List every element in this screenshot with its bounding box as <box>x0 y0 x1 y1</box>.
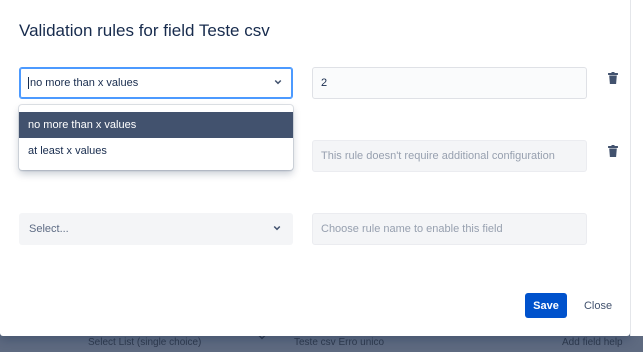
background-help-link: Add field help <box>562 337 623 348</box>
rule-config-input-3-placeholder: Choose rule name to enable this field <box>321 223 503 235</box>
rule-config-input-2: This rule doesn't require additional con… <box>312 140 587 172</box>
validation-rules-modal: Validation rules for field Teste csv no … <box>0 0 630 336</box>
trash-icon[interactable] <box>608 72 618 84</box>
close-button[interactable]: Close <box>578 293 618 318</box>
chevron-down-icon <box>273 225 281 231</box>
rule-config-input-1[interactable]: 2 <box>312 67 587 99</box>
save-button[interactable]: Save <box>525 293 567 318</box>
rule-select-3-placeholder: Select... <box>29 223 69 235</box>
rule-select-3[interactable]: Select... <box>19 213 293 245</box>
text-cursor <box>28 77 29 89</box>
dropdown-option-label: at least x values <box>28 145 107 157</box>
dropdown-option-at-least[interactable]: at least x values <box>19 138 293 164</box>
dropdown-option-no-more-than[interactable]: no more than x values <box>19 112 293 138</box>
chevron-down-icon <box>274 79 282 85</box>
rule-config-input-1-value: 2 <box>321 77 328 89</box>
rule-config-input-2-placeholder: This rule doesn't require additional con… <box>321 150 555 162</box>
rule-select-1-value: no more than x values <box>30 77 139 89</box>
background-field-name: Teste csv Erro unico <box>294 337 385 348</box>
rule-select-1[interactable]: no more than x values <box>19 67 293 99</box>
scrollbar[interactable] <box>630 0 643 336</box>
trash-icon[interactable] <box>608 145 618 157</box>
dropdown-option-label: no more than x values <box>28 119 137 131</box>
rule-config-input-3: Choose rule name to enable this field <box>312 213 587 245</box>
modal-title: Validation rules for field Teste csv <box>19 21 270 40</box>
rule-select-1-menu: no more than x values at least x values <box>19 105 293 170</box>
background-field-type: Select List (single choice) <box>88 337 202 348</box>
